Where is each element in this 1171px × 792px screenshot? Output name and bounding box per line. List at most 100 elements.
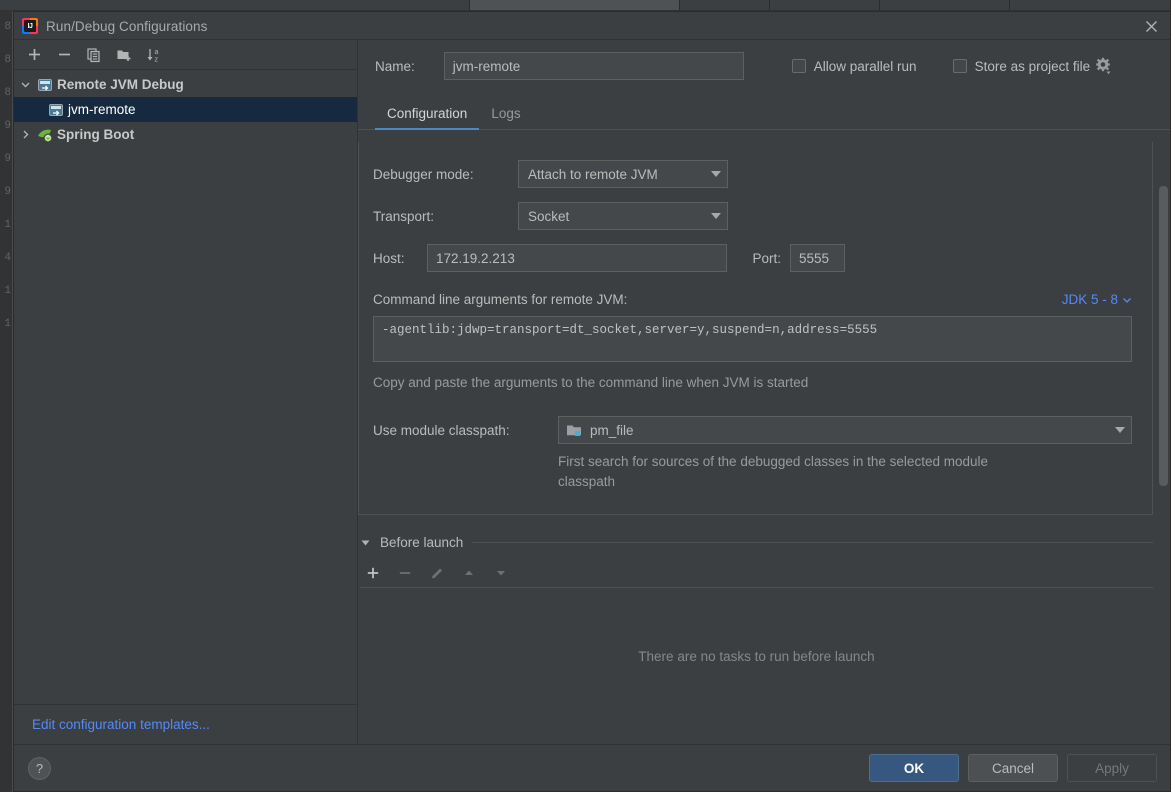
chevron-right-icon[interactable] [14, 129, 36, 140]
remote-jvm-debug-icon [36, 77, 54, 93]
sidebar-toolbar: a z [14, 40, 357, 70]
dialog-titlebar: IJ Run/Debug Configurations [14, 12, 1170, 40]
jdk-version-label: JDK 5 - 8 [1061, 292, 1118, 307]
chevron-down-icon [1115, 427, 1125, 433]
before-launch-title: Before launch [380, 535, 464, 550]
remove-task-button [392, 561, 418, 585]
background-editor-tab [1010, 0, 1171, 10]
debugger-mode-row: Debugger mode: Attach to remote JVM [373, 160, 1132, 188]
chevron-down-icon [711, 213, 721, 219]
module-folder-icon [566, 423, 583, 438]
transport-value: Socket [528, 208, 570, 224]
port-input[interactable]: 5555 [790, 244, 845, 272]
svg-text:z: z [154, 56, 158, 63]
before-launch-header[interactable]: Before launch [360, 535, 1153, 550]
host-label: Host: [373, 250, 405, 266]
remove-configuration-button[interactable] [50, 42, 78, 68]
background-editor-tab [0, 0, 470, 10]
jdk-version-selector[interactable]: JDK 5 - 8 [1062, 292, 1132, 307]
edit-task-button [424, 561, 450, 585]
logo-text: IJ [24, 20, 36, 32]
chevron-down-icon[interactable] [14, 79, 36, 90]
name-input[interactable]: jvm-remote [443, 52, 744, 80]
add-task-button[interactable] [360, 561, 386, 585]
transport-dropdown[interactable]: Socket [518, 202, 728, 230]
close-icon[interactable] [1143, 18, 1160, 35]
tree-item-label: jvm-remote [68, 102, 136, 117]
edit-configuration-templates-link[interactable]: Edit configuration templates... [32, 717, 210, 732]
checkbox-box[interactable] [952, 59, 967, 73]
before-launch-toolbar [360, 558, 1153, 588]
tab-logs[interactable]: Logs [479, 106, 532, 130]
background-editor-tab [770, 0, 880, 10]
command-line-label: Command line arguments for remote JVM: [373, 292, 628, 307]
apply-button[interactable]: Apply [1067, 754, 1157, 782]
add-configuration-button[interactable] [20, 42, 48, 68]
run-debug-configurations-dialog: IJ Run/Debug Configurations a z Remote J… [13, 11, 1171, 792]
configuration-scroll-region: Debugger mode: Attach to remote JVM Tran… [358, 130, 1170, 744]
module-classpath-label: Use module classpath: [373, 422, 510, 438]
copy-configuration-button[interactable] [80, 42, 108, 68]
tree-item-jvm-remote[interactable]: jvm-remote [14, 97, 357, 122]
module-classpath-row: Use module classpath: pm_file [373, 416, 1132, 444]
main-scrollbar[interactable] [1159, 178, 1168, 736]
remote-jvm-debug-icon [47, 102, 65, 118]
store-as-project-file-checkbox[interactable]: Store as project file [952, 58, 1091, 74]
help-button[interactable]: ? [28, 756, 51, 780]
dialog-title: Run/Debug Configurations [46, 18, 208, 34]
tree-group-label: Remote JVM Debug [57, 77, 184, 92]
svg-text:a: a [154, 49, 158, 56]
name-row: Name: jvm-remote Allow parallel run Stor… [358, 40, 1170, 92]
debugger-mode-label: Debugger mode: [373, 166, 474, 182]
command-line-header: Command line arguments for remote JVM: J… [373, 292, 1132, 307]
checkbox-box[interactable] [791, 59, 806, 73]
sort-configurations-button[interactable]: a z [140, 42, 168, 68]
before-launch-empty-message: There are no tasks to run before launch [638, 648, 875, 664]
command-line-hint: Copy and paste the arguments to the comm… [373, 375, 809, 390]
debugger-mode-value: Attach to remote JVM [528, 166, 658, 182]
new-folder-button[interactable] [110, 42, 138, 68]
ok-button[interactable]: OK [869, 754, 959, 782]
configurations-tree: Remote JVM Debug jvm-remote Spring Boot [14, 70, 357, 704]
module-classpath-description: First search for sources of the debugged… [558, 454, 988, 489]
chevron-down-icon [1123, 297, 1131, 303]
dialog-footer: ? OK Cancel Apply [14, 744, 1170, 791]
before-launch-divider [472, 542, 1153, 543]
move-task-up-button [456, 561, 482, 585]
name-label: Name: [375, 58, 415, 74]
tree-group-spring-boot[interactable]: Spring Boot [14, 122, 357, 147]
sidebar-footer: Edit configuration templates... [14, 704, 357, 744]
allow-parallel-run-label: Allow parallel run [813, 58, 917, 74]
configuration-main-pane: Name: jvm-remote Allow parallel run Stor… [358, 40, 1170, 744]
gear-dropdown-icon[interactable] [1095, 57, 1112, 75]
tree-group-remote-jvm-debug[interactable]: Remote JVM Debug [14, 72, 357, 97]
tab-configuration[interactable]: Configuration [375, 106, 480, 130]
collapse-triangle-icon[interactable] [360, 537, 371, 548]
intellij-logo-icon: IJ [22, 18, 38, 34]
background-editor-gutter: 8 8 8 9 9 9 1 4 1 1 [0, 11, 13, 792]
configuration-tabs: Configuration Logs [358, 92, 1170, 130]
module-classpath-dropdown[interactable]: pm_file [558, 416, 1132, 444]
store-as-project-file-label: Store as project file [974, 58, 1091, 74]
background-editor-tab-active [470, 0, 680, 10]
background-editor-tab [680, 0, 770, 10]
transport-row: Transport: Socket [373, 202, 1132, 230]
tree-group-label: Spring Boot [57, 127, 135, 142]
configurations-sidebar: a z Remote JVM Debug jvm-remote Spring B… [14, 40, 358, 744]
port-label: Port: [752, 250, 781, 266]
spring-boot-icon [36, 127, 54, 143]
host-port-row: Host: 172.19.2.213 Port: 5555 [373, 244, 1132, 272]
module-classpath-value: pm_file [590, 422, 634, 438]
scrollbar-thumb[interactable] [1159, 186, 1168, 486]
background-editor-tabstrip [0, 0, 1171, 11]
command-line-arguments-textarea[interactable]: -agentlib:jdwp=transport=dt_socket,serve… [373, 316, 1132, 362]
dialog-body: a z Remote JVM Debug jvm-remote Spring B… [14, 40, 1170, 744]
host-input[interactable]: 172.19.2.213 [427, 244, 727, 272]
background-editor-tab [880, 0, 1010, 10]
debugger-mode-dropdown[interactable]: Attach to remote JVM [518, 160, 728, 188]
configuration-settings-card: Debugger mode: Attach to remote JVM Tran… [358, 142, 1153, 515]
move-task-down-button [488, 561, 514, 585]
chevron-down-icon [711, 171, 721, 177]
cancel-button[interactable]: Cancel [968, 754, 1058, 782]
allow-parallel-run-checkbox[interactable]: Allow parallel run [791, 58, 917, 74]
